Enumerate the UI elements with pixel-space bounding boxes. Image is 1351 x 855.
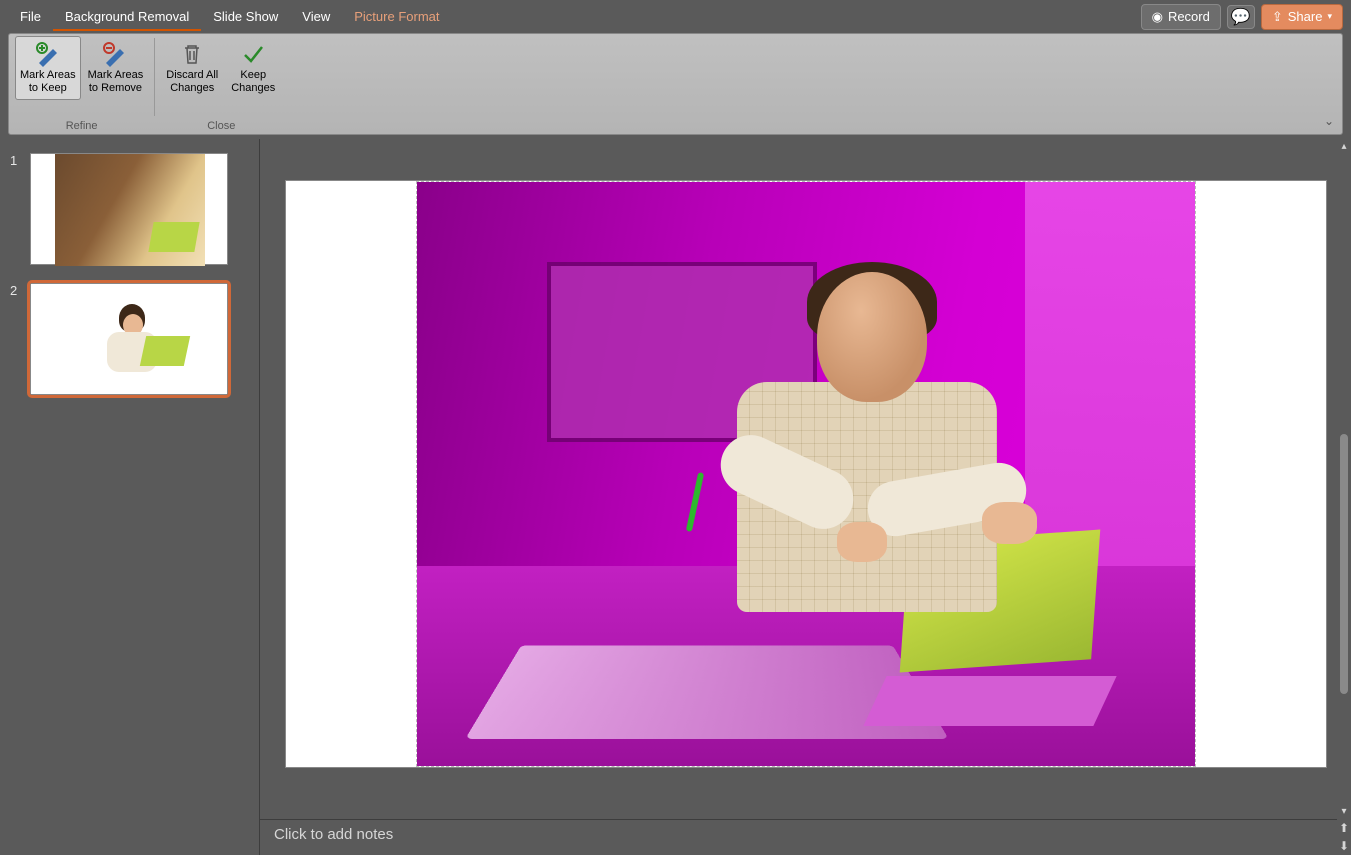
- thumb2-laptop: [140, 336, 190, 366]
- next-slide-icon[interactable]: ⬇: [1337, 837, 1351, 855]
- main-area: 1 2: [0, 139, 1351, 855]
- notes-placeholder: Click to add notes: [274, 826, 393, 843]
- slide-canvas[interactable]: [286, 181, 1326, 767]
- thumb-number: 1: [10, 153, 22, 168]
- ribbon-group-close: Discard All Changes Keep Changes Close: [155, 34, 287, 134]
- scroll-thumb[interactable]: [1340, 434, 1348, 694]
- discard-l2: Changes: [170, 82, 214, 95]
- chevron-down-icon: ▾: [1327, 11, 1332, 22]
- tab-view[interactable]: View: [290, 3, 342, 31]
- scroll-up-icon[interactable]: ▴: [1339, 139, 1348, 154]
- trash-icon: [181, 41, 203, 67]
- discard-l1: Discard All: [166, 69, 218, 82]
- ribbon: Mark Areas to Keep Mark Areas to Remove …: [8, 33, 1343, 135]
- scroll-down-icon[interactable]: ▾: [1339, 804, 1348, 819]
- thumb2-scene: [31, 284, 227, 394]
- vertical-scrollbar[interactable]: ▴ ▾ ⬆ ⬇: [1337, 139, 1351, 855]
- keep-changes-button[interactable]: Keep Changes: [225, 36, 281, 100]
- mark-keep-l2: to Keep: [29, 82, 67, 95]
- chevron-down-icon: ⌄: [1324, 114, 1334, 128]
- thumb1-scene: [55, 154, 205, 266]
- keep-l2: Changes: [231, 82, 275, 95]
- pencil-plus-icon: [35, 41, 61, 67]
- mark-areas-to-remove-button[interactable]: Mark Areas to Remove: [83, 36, 149, 100]
- comments-button[interactable]: 💬: [1227, 5, 1255, 29]
- canvas-area[interactable]: [260, 139, 1351, 819]
- share-button[interactable]: ⇪ Share ▾: [1261, 4, 1343, 30]
- mark-remove-l1: Mark Areas: [88, 69, 144, 82]
- share-icon: ⇪: [1272, 9, 1283, 25]
- group-label-refine: Refine: [66, 120, 98, 134]
- tab-picture-format[interactable]: Picture Format: [342, 3, 451, 31]
- keep-l1: Keep: [240, 69, 266, 82]
- check-icon: [242, 41, 264, 67]
- picture-selection-frame[interactable]: [416, 181, 1196, 767]
- mark-keep-l1: Mark Areas: [20, 69, 76, 82]
- slide-thumbnails-panel: 1 2: [0, 139, 260, 855]
- slide-editor: ▴ ▾ ⬆ ⬇ Click to add notes: [260, 139, 1351, 855]
- mark-remove-l2: to Remove: [89, 82, 142, 95]
- record-label: Record: [1168, 9, 1210, 24]
- prev-slide-icon[interactable]: ⬆: [1337, 819, 1351, 837]
- record-icon: ◉: [1152, 9, 1163, 25]
- mark-areas-to-keep-button[interactable]: Mark Areas to Keep: [15, 36, 81, 100]
- share-label: Share: [1288, 9, 1323, 24]
- notes-pane[interactable]: Click to add notes: [260, 819, 1351, 855]
- thumb-number: 2: [10, 283, 22, 298]
- slide-thumbnail-2[interactable]: [30, 283, 228, 395]
- record-button[interactable]: ◉ Record: [1141, 4, 1221, 30]
- tabs-bar: File Background Removal Slide Show View …: [0, 0, 1351, 33]
- tab-slide-show[interactable]: Slide Show: [201, 3, 290, 31]
- slide-thumbnail-1[interactable]: [30, 153, 228, 265]
- scroll-track[interactable]: [1340, 154, 1348, 804]
- tab-background-removal[interactable]: Background Removal: [53, 3, 201, 31]
- background-removal-image: [417, 182, 1195, 766]
- ribbon-collapse-button[interactable]: ⌄: [1324, 114, 1334, 128]
- foreground-person: [677, 272, 1037, 702]
- group-label-close: Close: [207, 120, 235, 134]
- pencil-minus-icon: [102, 41, 128, 67]
- discard-all-changes-button[interactable]: Discard All Changes: [161, 36, 223, 100]
- comment-icon: 💬: [1231, 7, 1251, 27]
- ribbon-group-refine: Mark Areas to Keep Mark Areas to Remove …: [9, 34, 154, 134]
- tab-file[interactable]: File: [8, 3, 53, 31]
